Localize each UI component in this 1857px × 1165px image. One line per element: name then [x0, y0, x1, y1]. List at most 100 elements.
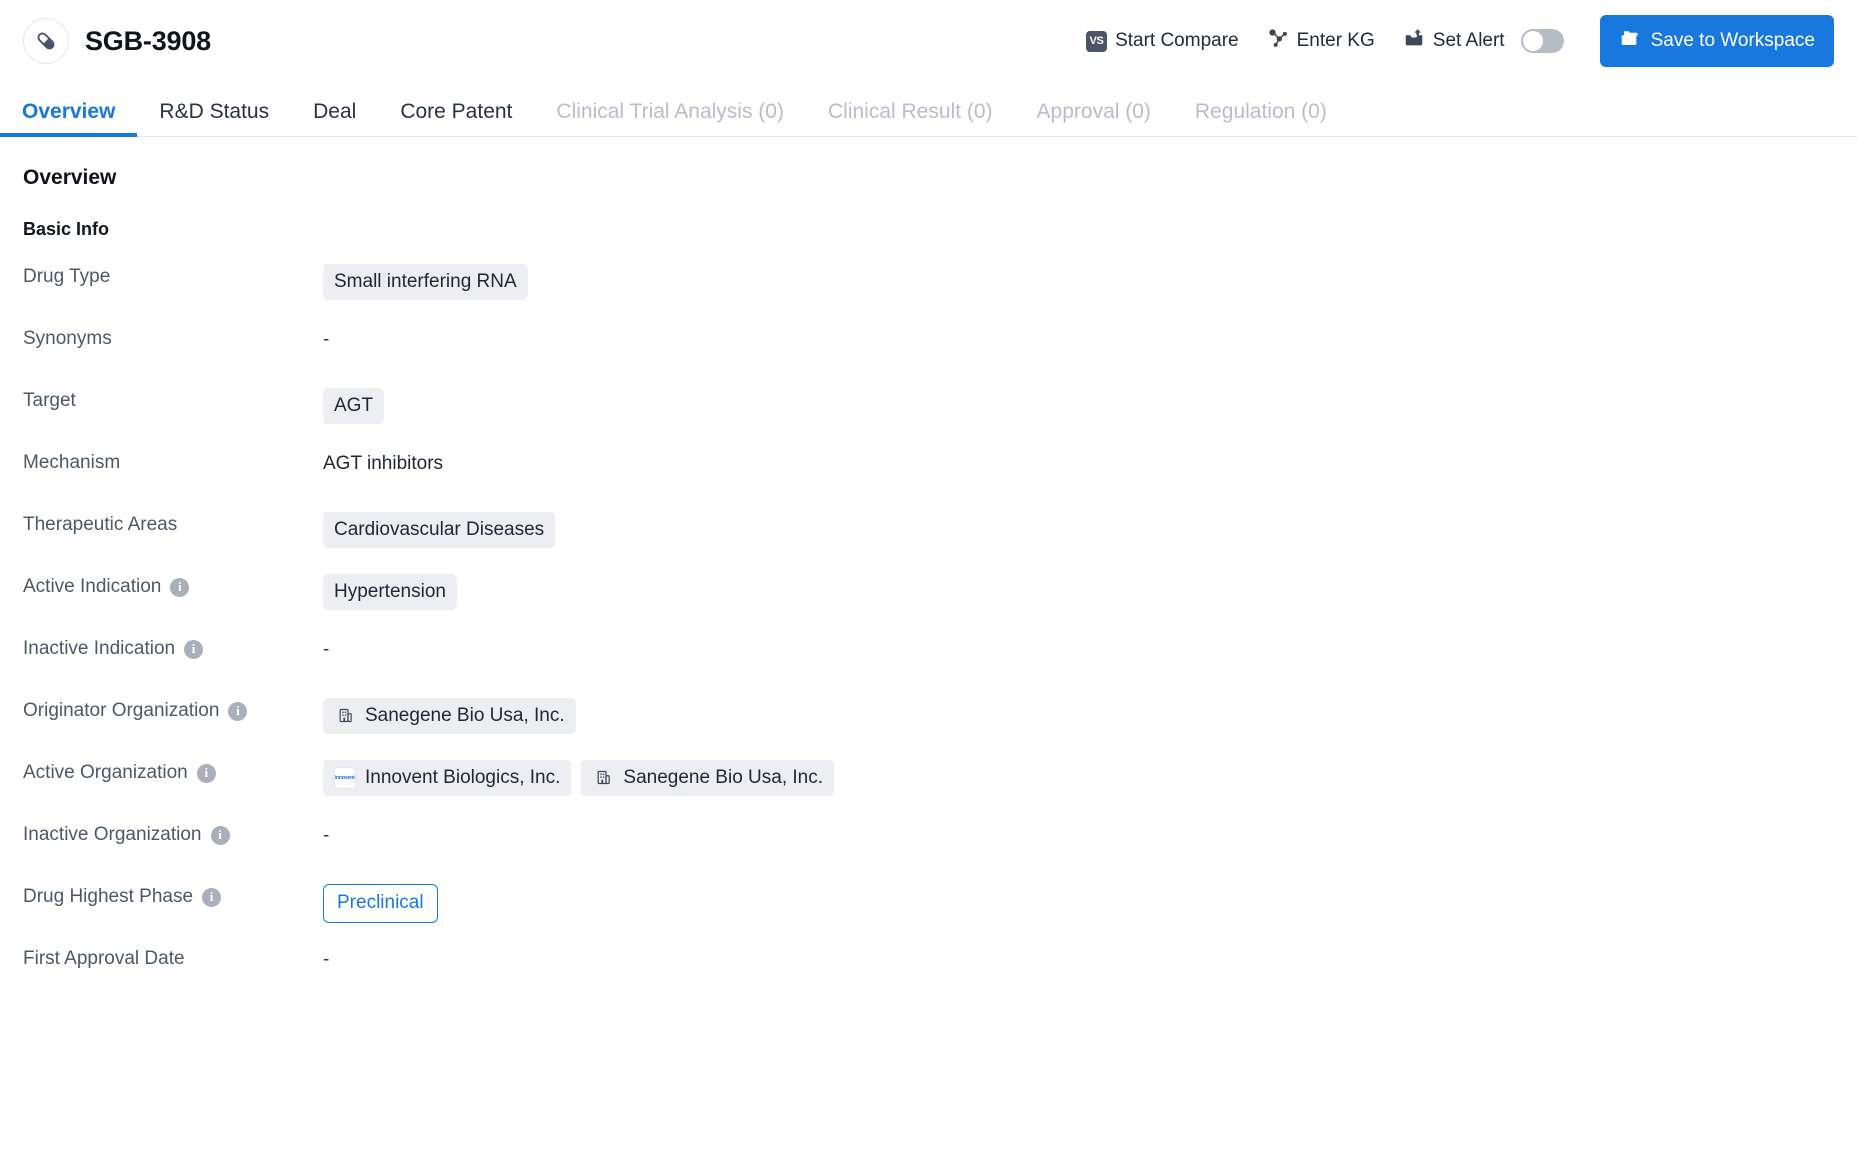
alert-inbox-icon	[1403, 27, 1425, 55]
header-actions: VS Start Compare Enter KG Set Alert Save…	[1072, 15, 1834, 67]
field-label: Inactive Indication i	[23, 634, 323, 660]
field-empty-value: -	[323, 639, 330, 660]
drug-title-group: SGB-3908	[23, 18, 211, 64]
field-value: Preclinical	[323, 882, 438, 923]
value-chip-label: Cardiovascular Diseases	[334, 519, 545, 540]
start-compare-button[interactable]: VS Start Compare	[1072, 24, 1253, 58]
field-row: Mechanism AGT inhibitors	[23, 448, 1834, 510]
tab-r-d-status[interactable]: R&D Status	[137, 101, 291, 136]
save-to-workspace-label: Save to Workspace	[1650, 30, 1815, 51]
innovent-logo-text: innovent	[334, 774, 356, 781]
field-label-text: Drug Highest Phase	[23, 886, 194, 907]
field-value: AGT	[323, 386, 385, 424]
field-label-text: First Approval Date	[23, 948, 185, 969]
field-value: -	[323, 324, 329, 351]
capsule-icon	[23, 18, 69, 64]
info-icon[interactable]: i	[196, 763, 216, 783]
field-label: Active Organization i	[23, 758, 323, 784]
tab-core-patent[interactable]: Core Patent	[378, 101, 534, 136]
field-row: Inactive Indication i -	[23, 634, 1834, 696]
enter-kg-button[interactable]: Enter KG	[1253, 21, 1389, 61]
field-label-text: Active Organization	[23, 762, 188, 783]
field-value: -	[323, 634, 329, 661]
tab-regulation-0: Regulation (0)	[1194, 100, 1327, 123]
phase-badge[interactable]: Preclinical	[323, 884, 438, 923]
info-icon[interactable]: i	[202, 887, 222, 907]
field-label-text: Therapeutic Areas	[23, 514, 178, 535]
knowledge-graph-icon	[1267, 27, 1289, 55]
page-section-title: Overview	[23, 166, 117, 189]
field-label: Drug Highest Phase i	[23, 882, 323, 908]
field-value: Hypertension	[323, 572, 457, 610]
field-row: Target AGT	[23, 386, 1834, 448]
value-chip[interactable]: Hypertension	[323, 574, 457, 610]
tab-clinical-result-0: Clinical Result (0)	[827, 100, 993, 123]
field-row: Synonyms -	[23, 324, 1834, 386]
save-to-workspace-button[interactable]: Save to Workspace	[1599, 15, 1834, 67]
field-value: -	[323, 944, 329, 971]
basic-info-fields: Drug Type Small interfering RNA Synonyms - T…	[23, 262, 1834, 1006]
field-value: AGT inhibitors	[323, 448, 443, 475]
info-icon[interactable]: i	[210, 825, 230, 845]
vs-badge-icon: VS	[1086, 30, 1108, 52]
info-icon[interactable]: i	[228, 701, 248, 721]
organization-chip[interactable]: innovent Innovent Biologics, Inc.	[323, 760, 572, 796]
tab-deal[interactable]: Deal	[291, 101, 378, 136]
building-icon	[592, 767, 614, 789]
field-label: Originator Organization i	[23, 696, 323, 722]
value-chip-label: Small interfering RNA	[334, 271, 517, 292]
field-row: Active Organization i innovent Innovent Bio…	[23, 758, 1834, 820]
set-alert-toggle[interactable]	[1520, 29, 1564, 53]
basic-info-title: Basic Info	[23, 219, 110, 239]
field-empty-value: -	[323, 825, 330, 846]
value-chip-label: AGT	[334, 395, 374, 416]
info-icon[interactable]: i	[184, 639, 204, 659]
tab-overview[interactable]: Overview	[0, 101, 138, 137]
folder-icon	[1619, 27, 1641, 55]
field-label: Target	[23, 386, 323, 412]
field-row: First Approval Date -	[23, 944, 1834, 1006]
organization-chip-label: Innovent Biologics, Inc.	[365, 767, 561, 788]
set-alert-button[interactable]: Set Alert	[1389, 21, 1578, 61]
organization-chip-label: Sanegene Bio Usa, Inc.	[623, 767, 824, 788]
tab-clinical-trial-analysis-0: Clinical Trial Analysis (0)	[556, 100, 784, 123]
field-value: Cardiovascular Diseases	[323, 510, 556, 548]
field-label-text: Mechanism	[23, 452, 121, 473]
field-label: Active Indication i	[23, 572, 323, 598]
organization-chip-label: Sanegene Bio Usa, Inc.	[365, 705, 565, 726]
field-value: Small interfering RNA	[323, 262, 528, 300]
enter-kg-label: Enter KG	[1296, 30, 1375, 51]
field-label: Synonyms	[23, 324, 323, 350]
field-row: Originator Organization i Sanegene Bio Usa…	[23, 696, 1834, 758]
start-compare-label: Start Compare	[1115, 30, 1239, 51]
value-chip-label: Hypertension	[334, 581, 446, 602]
field-label: First Approval Date	[23, 944, 323, 970]
field-label: Mechanism	[23, 448, 323, 474]
field-label: Drug Type	[23, 262, 323, 288]
field-label-text: Active Indication	[23, 576, 162, 597]
field-plain-value: AGT inhibitors	[323, 453, 444, 474]
page-title: SGB-3908	[85, 25, 211, 56]
tab-bar: Overview R&D Status Deal Core Patent Clinica…	[0, 82, 1857, 137]
value-chip[interactable]: Small interfering RNA	[323, 264, 528, 300]
field-row: Drug Type Small interfering RNA	[23, 262, 1834, 324]
tab-approval-0: Approval (0)	[1036, 100, 1151, 123]
organization-chip[interactable]: Sanegene Bio Usa, Inc.	[581, 760, 835, 796]
toggle-knob	[1522, 31, 1543, 51]
info-icon[interactable]: i	[170, 577, 190, 597]
field-label-text: Inactive Organization	[23, 824, 202, 845]
field-empty-value: -	[323, 949, 330, 970]
field-value: -	[323, 820, 329, 847]
field-label: Therapeutic Areas	[23, 510, 323, 536]
field-row: Drug Highest Phase i Preclinical	[23, 882, 1834, 944]
value-chip[interactable]: Cardiovascular Diseases	[323, 512, 556, 548]
field-label-text: Originator Organization	[23, 700, 220, 721]
field-label-text: Synonyms	[23, 328, 112, 349]
field-label: Inactive Organization i	[23, 820, 323, 846]
field-row: Inactive Organization i -	[23, 820, 1834, 882]
organization-chip[interactable]: Sanegene Bio Usa, Inc.	[323, 698, 576, 734]
value-chip[interactable]: AGT	[323, 388, 385, 424]
overview-content: Overview Basic Info Drug Type Small inter…	[0, 137, 1857, 1006]
field-row: Active Indication i Hypertension	[23, 572, 1834, 634]
field-value: Sanegene Bio Usa, Inc.	[323, 696, 576, 734]
